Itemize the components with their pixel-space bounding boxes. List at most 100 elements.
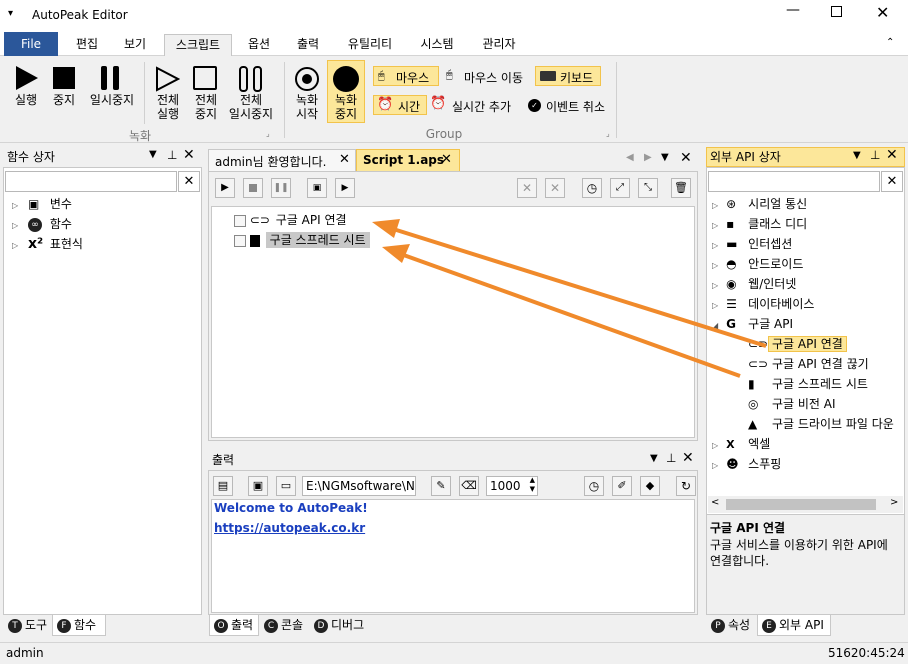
delete-icon[interactable]: 🗑: [671, 178, 691, 198]
tab-console[interactable]: C 콘솔: [260, 615, 310, 636]
spinner-arrows-icon[interactable]: ▲ ▼: [530, 476, 535, 494]
tab-external-api[interactable]: E 외부 API: [757, 615, 831, 636]
close-tab-icon[interactable]: ✕: [441, 152, 452, 167]
editor-disabled-button[interactable]: ✕: [517, 178, 537, 198]
output-text-area[interactable]: [211, 499, 695, 613]
tree-item-variables[interactable]: ▷ ▣ 변수: [12, 194, 72, 214]
editor-stop-button[interactable]: [243, 178, 263, 198]
tree-item-functions[interactable]: ▷ ∞ 함수: [12, 214, 72, 234]
paint-bucket-icon[interactable]: ◆: [640, 476, 660, 496]
eraser-icon[interactable]: ⌫: [459, 476, 479, 496]
editor-clock-button[interactable]: ◷: [582, 178, 602, 198]
tab-script[interactable]: 스크립트: [164, 34, 232, 56]
collapse-all-icon[interactable]: ⤡: [638, 178, 658, 198]
tab-functions[interactable]: F 함수: [52, 615, 106, 636]
record-start-button[interactable]: [295, 67, 319, 91]
tab-utility[interactable]: 유틸리티: [338, 34, 402, 56]
scroll-left-icon[interactable]: <: [711, 497, 719, 508]
tree-item-serial[interactable]: ▷ ⊛ 시리얼 통신: [712, 194, 904, 214]
tree-item-interception[interactable]: ▷ ▬ 인터셉션: [712, 234, 904, 254]
scrollbar-thumb[interactable]: [726, 499, 876, 510]
tab-system[interactable]: 시스템: [410, 34, 464, 56]
tree-item-database[interactable]: ▷ ☰ 데이타베이스: [712, 294, 904, 314]
editor-run-button[interactable]: ▶: [215, 178, 235, 198]
tab-output-panel[interactable]: O 출력: [209, 615, 259, 636]
dropdown-icon[interactable]: ▼: [853, 150, 861, 161]
clear-search-icon[interactable]: ✕: [881, 171, 903, 192]
event-cancel-button[interactable]: ✓ 이벤트 취소: [528, 97, 618, 115]
close-panel-icon[interactable]: ✕: [886, 147, 898, 163]
close-panel-icon[interactable]: ✕: [682, 450, 694, 466]
brush-clean-icon[interactable]: ✎: [431, 476, 451, 496]
tab-debug[interactable]: D 디버그: [310, 615, 372, 636]
tab-tools[interactable]: T 도구: [4, 615, 52, 636]
close-panel-icon[interactable]: ✕: [183, 147, 195, 163]
item-checkbox[interactable]: [234, 214, 246, 227]
tree-item-google-connect[interactable]: ⊂⊃ 구글 API 연결: [712, 334, 904, 354]
line-limit-spinner[interactable]: 1000 ▲ ▼: [486, 476, 538, 496]
scroll-right-icon[interactable]: >: [890, 497, 898, 508]
tree-item-google-api[interactable]: ◢ G 구글 API: [712, 314, 904, 334]
editor-disabled-button[interactable]: ✕: [545, 178, 565, 198]
output-path-input[interactable]: E:\NGMsoftware\NG: [302, 476, 416, 496]
tab-edit[interactable]: 편집: [66, 34, 108, 56]
tab-output[interactable]: 출력: [287, 34, 329, 56]
close-icon[interactable]: ✕: [876, 3, 889, 22]
stop-all-button[interactable]: [193, 66, 217, 90]
save-icon[interactable]: ▣: [248, 476, 268, 496]
close-editor-icon[interactable]: ✕: [680, 150, 692, 166]
paint-brush-icon[interactable]: ✐: [612, 476, 632, 496]
scroll-right-icon[interactable]: ▶: [644, 152, 652, 163]
tree-item-google-drive[interactable]: ▲ 구글 드라이브 파일 다운: [712, 414, 904, 434]
editor-step-button[interactable]: ▣: [307, 178, 327, 198]
dialog-launcher-icon[interactable]: ⌟: [266, 129, 270, 138]
api-search-input[interactable]: [708, 171, 880, 192]
tree-item-expressions[interactable]: ▷ x² 표현식: [12, 234, 83, 254]
tab-view[interactable]: 보기: [114, 34, 156, 56]
collapse-ribbon-icon[interactable]: ⌃: [886, 37, 894, 48]
item-checkbox[interactable]: [234, 234, 246, 247]
tree-item-google-vision[interactable]: ◎ 구글 비전 AI: [712, 394, 904, 414]
folder-icon[interactable]: ▭: [276, 476, 296, 496]
pin-icon[interactable]: ⊥: [870, 148, 880, 162]
dropdown-icon[interactable]: ▼: [149, 149, 157, 160]
pause-all-button[interactable]: [238, 66, 264, 92]
function-search-input[interactable]: [5, 171, 177, 192]
close-tab-icon[interactable]: ✕: [339, 152, 350, 167]
website-link[interactable]: https://autopeak.co.kr: [214, 521, 365, 535]
refresh-icon[interactable]: ↻: [676, 476, 696, 496]
new-doc-icon[interactable]: ▤: [213, 476, 233, 496]
tree-item-android[interactable]: ▷ ◓ 안드로이드: [712, 254, 904, 274]
pause-button[interactable]: [99, 66, 123, 90]
quick-access-icon[interactable]: ▾: [8, 8, 13, 19]
mouse-toggle[interactable]: 🖱 마우스: [373, 66, 439, 86]
tree-item-class[interactable]: ▷ ▪ 클래스 디디: [712, 214, 904, 234]
tree-item-excel[interactable]: ▷ X 엑셀: [712, 434, 904, 454]
file-menu-button[interactable]: File: [4, 32, 58, 56]
tab-list-icon[interactable]: ▼: [661, 152, 669, 163]
clock-icon[interactable]: ◷: [584, 476, 604, 496]
realtime-add-button[interactable]: ⏰ 실시간 추가: [430, 96, 525, 115]
tab-options[interactable]: 옵션: [238, 34, 280, 56]
script-item[interactable]: 구글 스프레드 시트: [234, 231, 370, 249]
tree-item-web[interactable]: ▷ ◉ 웹/인터넷: [712, 274, 904, 294]
scroll-left-icon[interactable]: ◀: [626, 152, 634, 163]
dropdown-icon[interactable]: ▼: [650, 453, 658, 464]
tab-admin[interactable]: 관리자: [472, 34, 526, 56]
expand-all-icon[interactable]: ⤢: [610, 178, 630, 198]
horizontal-scrollbar[interactable]: < >: [708, 496, 903, 513]
tree-item-google-sheets[interactable]: ▮ 구글 스프레드 시트: [712, 374, 904, 394]
minimize-icon[interactable]: —: [786, 2, 800, 18]
pin-icon[interactable]: ⊥: [666, 451, 676, 465]
tree-item-google-disconnect[interactable]: ⊂⊃ 구글 API 연결 끊기: [712, 354, 904, 374]
stop-button[interactable]: [53, 67, 75, 89]
run-button[interactable]: [14, 66, 38, 90]
clear-search-icon[interactable]: ✕: [178, 171, 200, 192]
tree-item-spoofing[interactable]: ▷ ☻ 스푸핑: [712, 454, 904, 474]
tab-script1[interactable]: Script 1.aps ✕: [356, 149, 460, 171]
time-toggle[interactable]: ⏰ 시간: [373, 95, 427, 115]
tab-properties[interactable]: P 속성: [707, 615, 757, 636]
mouse-move-toggle[interactable]: 🖱 마우스 이동: [446, 68, 536, 86]
keyboard-toggle[interactable]: 키보드: [535, 66, 601, 86]
dialog-launcher-icon[interactable]: ⌟: [606, 129, 610, 138]
